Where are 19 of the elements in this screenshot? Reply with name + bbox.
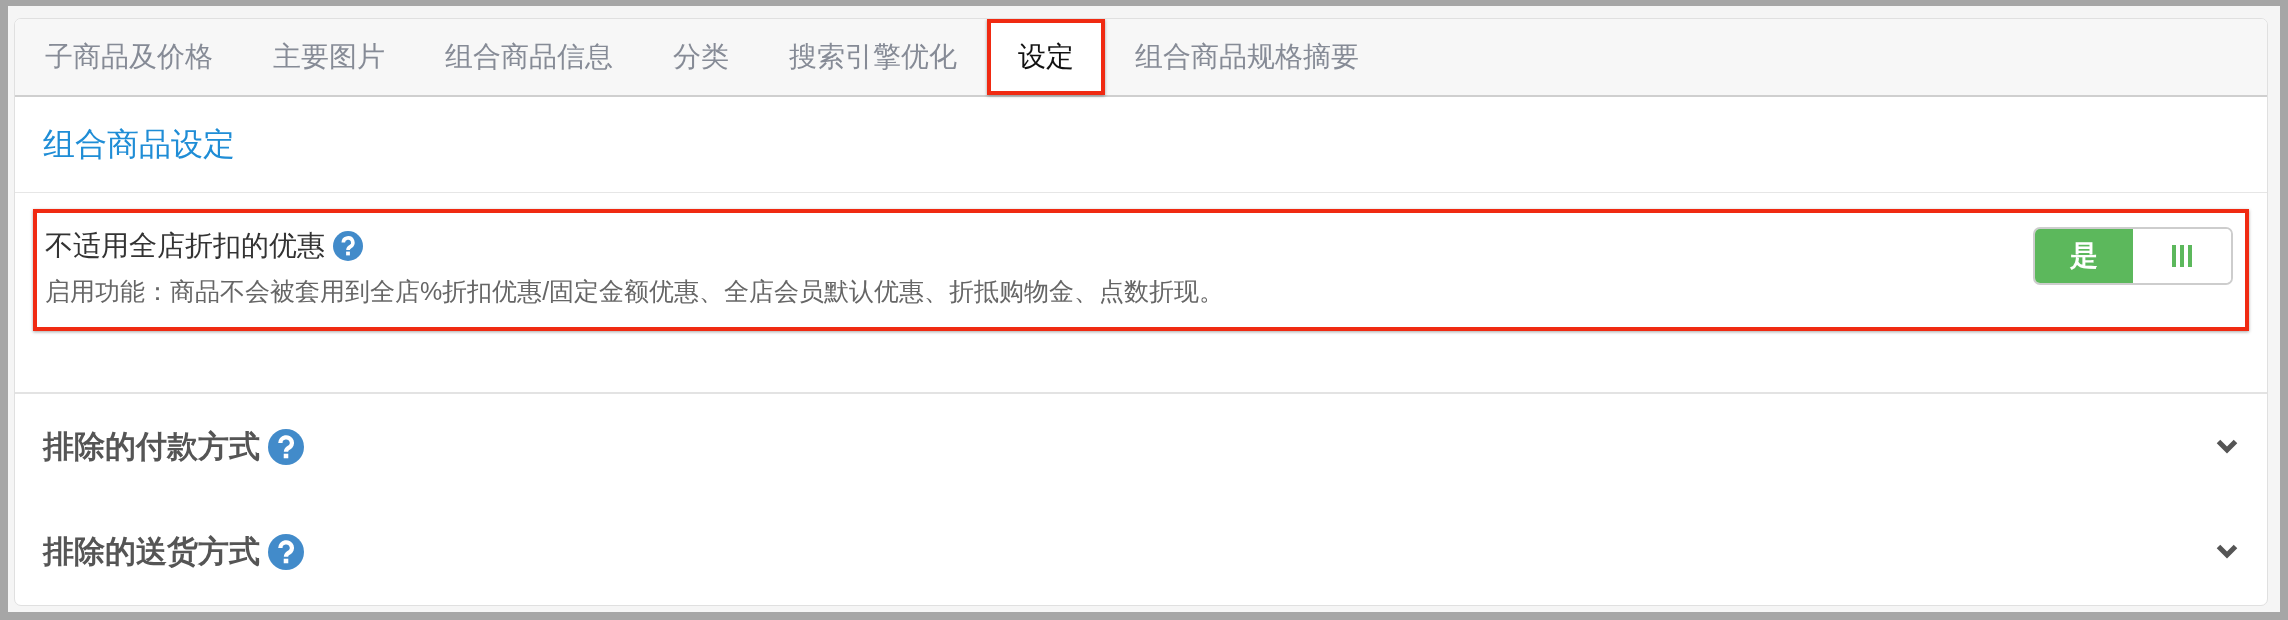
collapsible-section-title[interactable]: 排除的送货方式: [43, 530, 260, 573]
section-title: 组合商品设定: [43, 124, 235, 164]
collapsible-section-title[interactable]: 排除的付款方式: [43, 425, 260, 468]
setting-title: 不适用全店折扣的优惠: [45, 229, 325, 263]
tab[interactable]: 搜索引擎优化: [759, 19, 987, 95]
chevron-down-icon[interactable]: [2216, 439, 2238, 454]
help-icon[interactable]: [268, 428, 304, 465]
tab[interactable]: 子商品及价格: [15, 19, 243, 95]
tab[interactable]: 分类: [643, 19, 759, 95]
toggle-switch[interactable]: 是: [2033, 227, 2233, 285]
help-icon[interactable]: [268, 533, 304, 570]
tab[interactable]: 主要图片: [243, 19, 415, 95]
chevron-down-icon[interactable]: [2216, 544, 2238, 559]
help-icon[interactable]: [333, 231, 363, 261]
setting-description: 启用功能：商品不会被套用到全店%折扣优惠/固定金额优惠、全店会员默认优惠、折抵购物金、点数折现。: [45, 276, 1225, 307]
tab[interactable]: 组合商品规格摘要: [1105, 19, 1389, 95]
grip-icon: [2172, 245, 2192, 267]
tab[interactable]: 组合商品信息: [415, 19, 643, 95]
tab[interactable]: 设定: [987, 19, 1105, 95]
